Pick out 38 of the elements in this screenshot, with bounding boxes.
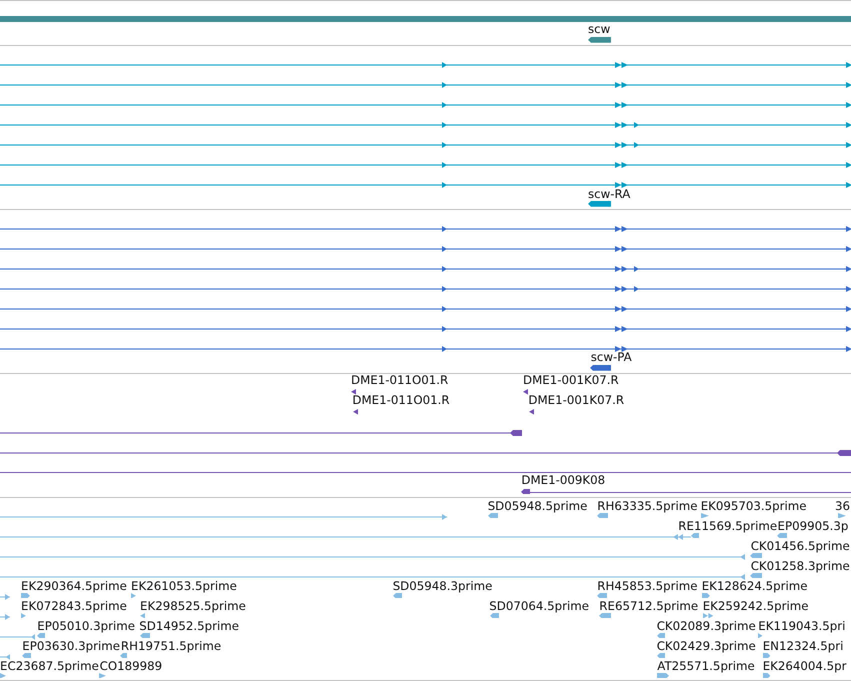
feature-label: AT25571.5prime: [657, 660, 755, 673]
feature-label: DME1-011O01.R: [351, 374, 448, 388]
feature-label: DME1-011O01.R: [352, 394, 450, 408]
feature-label: EK119043.5pri: [758, 620, 846, 633]
feature-label: CK02089.3prime: [656, 620, 756, 633]
feature-label: CK01456.5prime: [750, 540, 850, 553]
feature-label: EK072843.5prime: [21, 600, 127, 613]
feature-label: EK261053.5prime: [131, 580, 237, 593]
feature-label: RE11569.5prime: [678, 520, 778, 533]
feature-label: SD07064.5prime: [489, 600, 590, 613]
feature-label: DME1-001K07.R: [523, 374, 619, 388]
feature-label: SD14952.5prime: [139, 620, 240, 633]
feature-label: CO189989: [100, 660, 162, 673]
feature-label: EK264004.5pr: [762, 660, 847, 673]
feature-label: scw-PA: [590, 351, 632, 364]
feature-label: EK095703.5prime: [700, 500, 807, 513]
feature-label: EK298525.5prime: [140, 600, 246, 613]
feature-label: scw-RA: [588, 188, 630, 201]
feature-label: EK128624.5prime: [702, 580, 808, 593]
feature-label: scw: [588, 23, 610, 36]
feature-label: EK290364.5prime: [21, 580, 127, 593]
feature-label: EP03630.3prime: [22, 640, 120, 653]
feature-label: DME1-009K08: [521, 474, 606, 487]
feature-label: EK259242.5prime: [702, 600, 809, 613]
feature-label: DME1-001K07.R: [528, 394, 624, 408]
feature-label: EP05010.3prime: [37, 620, 136, 633]
feature-label: RH45853.5prime: [597, 580, 698, 593]
feature-label: CK02429.3prime: [656, 640, 756, 653]
feature-label: RH63335.5prime: [597, 500, 698, 513]
feature-label: RE65712.5prime: [599, 600, 698, 613]
feature-label: CK01258.3prime: [750, 560, 850, 573]
feature-label: SD05948.5prime: [488, 500, 588, 513]
feature-label: EP09905.3p: [778, 520, 848, 533]
feature-label: EN12324.5pri: [762, 640, 844, 653]
feature-label: SD05948.3prime: [392, 580, 492, 593]
feature-label: EC23687.5prime: [0, 660, 99, 673]
feature-label: RH19751.5prime: [120, 640, 222, 653]
feature-label: 36: [835, 500, 850, 513]
